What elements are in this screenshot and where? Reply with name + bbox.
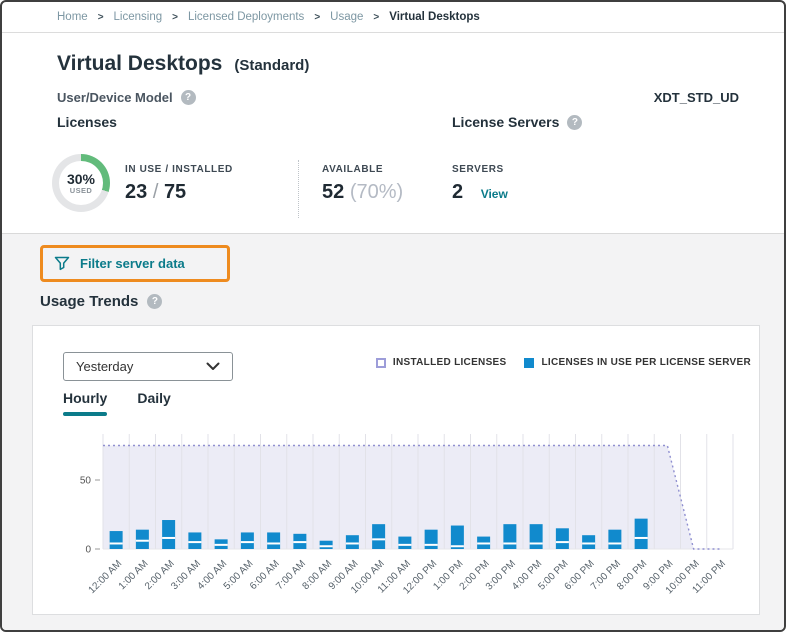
license-servers-section-label-row: License Servers ?: [452, 114, 582, 130]
chevron-down-icon: [206, 362, 220, 371]
usage-bar: [556, 528, 569, 549]
installed-value: 75: [164, 181, 186, 203]
usage-bar: [162, 520, 175, 549]
usage-trends-card: Yesterday INSTALLED LICENSES LICENSES IN …: [32, 325, 760, 615]
annotation-highlight-box: Filter server data: [40, 245, 230, 282]
usage-bar: [530, 524, 543, 549]
usage-donut-chart: 30% USED: [52, 154, 110, 212]
title-row: Virtual Desktops (Standard): [57, 52, 309, 76]
usage-bar: [188, 532, 201, 549]
breadcrumb: Home > Licensing > Licensed Deployments > Usag…: [2, 2, 784, 33]
in-use-installed-metric: IN USE / INSTALLED 23 / 75: [125, 164, 233, 204]
donut-percent-used: 30%: [67, 172, 95, 186]
usage-bar: [635, 519, 648, 549]
usage-bar: [241, 532, 254, 549]
breadcrumb-link[interactable]: Licensing: [114, 11, 163, 23]
breadcrumb-separator-icon: >: [98, 12, 104, 23]
page-title: Virtual Desktops: [57, 52, 222, 76]
available-metric: AVAILABLE 52 (70%): [322, 164, 403, 204]
chart-legend: INSTALLED LICENSES LICENSES IN USE PER LI…: [376, 357, 751, 368]
help-icon[interactable]: ?: [147, 294, 162, 309]
servers-caption: SERVERS: [452, 164, 508, 175]
usage-trends-chart: 05012:00 AM1:00 AM2:00 AM3:00 AM4:00 AM5…: [43, 426, 751, 612]
usage-bar: [608, 530, 621, 549]
usage-bar: [582, 535, 595, 549]
usage-bar: [503, 524, 516, 549]
breadcrumb-link[interactable]: Home: [57, 11, 88, 23]
slash-separator: /: [153, 181, 164, 203]
legend-item[interactable]: INSTALLED LICENSES: [376, 357, 507, 368]
legend-item[interactable]: LICENSES IN USE PER LICENSE SERVER: [524, 357, 751, 368]
usage-bar: [346, 535, 359, 549]
filter-server-data-button[interactable]: Filter server data: [54, 256, 185, 272]
y-tick-label: 50: [80, 476, 92, 487]
usage-bar: [398, 537, 411, 549]
usage-bar: [267, 532, 280, 549]
model-code: XDT_STD_UD: [654, 90, 739, 105]
available-value: 52: [322, 181, 344, 203]
available-caption: AVAILABLE: [322, 164, 403, 175]
breadcrumb-current: Virtual Desktops: [389, 11, 480, 23]
available-value-row: 52 (70%): [322, 181, 403, 204]
granularity-tabs: Hourly Daily: [63, 390, 171, 422]
license-servers-section-label: License Servers: [452, 114, 559, 130]
breadcrumb-separator-icon: >: [172, 12, 178, 23]
usage-trends-title: Usage Trends: [40, 293, 138, 310]
y-tick-label: 0: [85, 545, 91, 556]
usage-bar: [320, 541, 333, 549]
filter-funnel-icon: [54, 256, 71, 272]
licensing-usage-page: Home > Licensing > Licensed Deployments > Usag…: [0, 0, 786, 632]
in-use-value: 23: [125, 181, 147, 203]
date-range-dropdown[interactable]: Yesterday: [63, 352, 233, 381]
in-use-installed-caption: IN USE / INSTALLED: [125, 164, 233, 175]
tab-daily[interactable]: Daily: [137, 390, 170, 422]
legend-swatch-icon: [524, 358, 534, 368]
breadcrumb-separator-icon: >: [373, 12, 379, 23]
breadcrumb-separator-icon: >: [314, 12, 320, 23]
servers-count: 2: [452, 181, 463, 203]
servers-value-row: 2 View: [452, 181, 508, 204]
usage-trends-heading-row: Usage Trends ?: [40, 293, 162, 310]
lower-section: Filter server data Usage Trends ? Yester…: [2, 233, 784, 630]
breadcrumb-link[interactable]: Licensed Deployments: [188, 11, 304, 23]
usage-bar: [372, 524, 385, 549]
model-label: User/Device Model: [57, 90, 173, 105]
legend-label: INSTALLED LICENSES: [393, 357, 507, 368]
date-range-selected-value: Yesterday: [76, 359, 206, 374]
in-use-installed-value: 23 / 75: [125, 181, 233, 204]
view-servers-link[interactable]: View: [481, 187, 508, 201]
page-edition: (Standard): [234, 57, 309, 74]
available-percent: (70%): [350, 181, 403, 203]
donut-used-label: USED: [70, 186, 92, 195]
tab-hourly[interactable]: Hourly: [63, 390, 107, 422]
x-tick-label: 12:00 AM: [87, 558, 125, 596]
model-row: User/Device Model ? XDT_STD_UD: [57, 90, 739, 105]
usage-bar: [110, 531, 123, 549]
vertical-dotted-divider: [298, 160, 299, 218]
help-icon[interactable]: ?: [567, 115, 582, 130]
servers-metric: SERVERS 2 View: [452, 164, 508, 204]
legend-label: LICENSES IN USE PER LICENSE SERVER: [541, 357, 751, 368]
filter-button-label: Filter server data: [80, 256, 185, 271]
legend-swatch-icon: [376, 358, 386, 368]
donut-center: 30% USED: [52, 154, 110, 212]
breadcrumb-link[interactable]: Usage: [330, 11, 363, 23]
usage-bar: [136, 530, 149, 549]
header-section: Virtual Desktops (Standard) User/Device …: [2, 33, 784, 233]
licenses-section-label: Licenses: [57, 114, 117, 130]
usage-bar: [425, 530, 438, 549]
help-icon[interactable]: ?: [181, 90, 196, 105]
